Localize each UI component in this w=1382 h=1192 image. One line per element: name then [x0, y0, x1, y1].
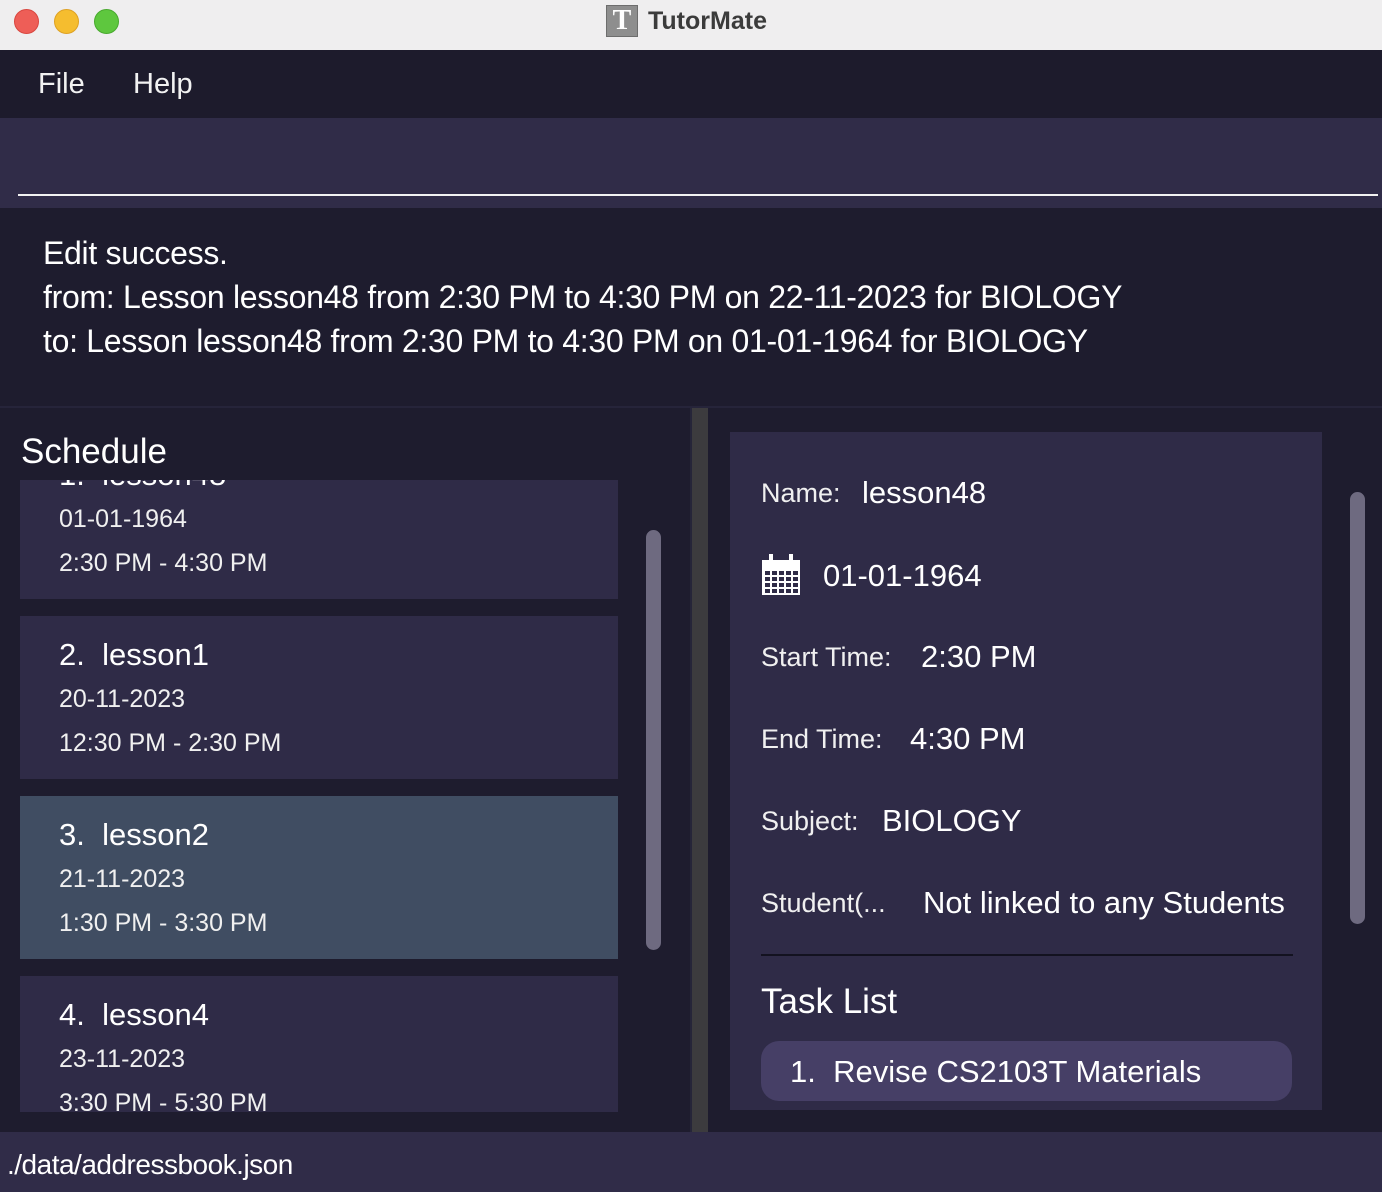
- detail-separator: [761, 954, 1293, 956]
- lesson-card-date: 21-11-2023: [59, 865, 186, 893]
- student-label: Student(...: [761, 888, 886, 918]
- lesson-card-title: 3. lesson2: [59, 817, 209, 852]
- start-time-label: Start Time:: [761, 642, 892, 672]
- end-time-value: 4:30 PM: [910, 721, 1026, 756]
- menu-bar: File Help: [0, 50, 1382, 118]
- window-titlebar: T TutorMate: [0, 0, 1382, 51]
- lesson-card-date: 20-11-2023: [59, 685, 186, 713]
- lesson-card-time: 12:30 PM - 2:30 PM: [59, 729, 282, 757]
- result-line-1: Edit success.: [43, 235, 228, 271]
- lesson-card-title: 1. lesson48: [59, 480, 226, 493]
- lesson-card-title: 2. lesson1: [59, 637, 209, 672]
- lesson-card[interactable]: 2. lesson1 20-11-2023 12:30 PM - 2:30 PM: [20, 616, 618, 779]
- name-value: lesson48: [862, 475, 987, 510]
- task-list-title: Task List: [761, 982, 898, 1021]
- command-box: [0, 118, 1382, 208]
- window-title: TutorMate: [648, 6, 767, 35]
- subject-label: Subject:: [761, 806, 859, 836]
- subject-value: BIOLOGY: [882, 803, 1022, 838]
- split-pane-divider[interactable]: [690, 408, 708, 1132]
- task-item-text: 1. Revise CS2103T Materials: [790, 1054, 1202, 1089]
- lesson-detail-card: Name: lesson48 01-01-1964 Start Time: 2:…: [730, 432, 1322, 1110]
- menu-help[interactable]: Help: [133, 68, 193, 101]
- lesson-card-date: 01-01-1964: [59, 505, 187, 533]
- name-label: Name:: [761, 478, 841, 508]
- close-window-button[interactable]: [14, 9, 39, 34]
- lesson-detail-panel: Name: lesson48 01-01-1964 Start Time: 2:…: [708, 408, 1382, 1132]
- start-time-value: 2:30 PM: [921, 639, 1037, 674]
- schedule-title: Schedule: [21, 432, 167, 471]
- date-value: 01-01-1964: [823, 558, 982, 593]
- save-file-path: ./data/addressbook.json: [7, 1149, 293, 1180]
- task-list-item[interactable]: 1. Revise CS2103T Materials: [761, 1041, 1292, 1101]
- status-bar: ./data/addressbook.json: [0, 1132, 1382, 1192]
- detail-scrollbar[interactable]: [1350, 492, 1365, 924]
- window-title-group: T TutorMate: [606, 5, 767, 37]
- schedule-panel: Schedule 1. lesson48 01-01-1964 2:30 PM …: [0, 408, 690, 1132]
- end-time-label: End Time:: [761, 724, 883, 754]
- app-icon: T: [606, 5, 638, 37]
- schedule-scrollbar[interactable]: [646, 530, 661, 950]
- command-input[interactable]: [18, 128, 1378, 196]
- zoom-window-button[interactable]: [94, 9, 119, 34]
- student-value: Not linked to any Students: [923, 885, 1285, 920]
- lesson-card[interactable]: 1. lesson48 01-01-1964 2:30 PM - 4:30 PM: [20, 480, 618, 599]
- lesson-card-time: 2:30 PM - 4:30 PM: [59, 549, 268, 577]
- result-display: Edit success. from: Lesson lesson48 from…: [0, 208, 1382, 408]
- lesson-card-title: 4. lesson4: [59, 997, 209, 1032]
- lesson-card-selected[interactable]: 3. lesson2 21-11-2023 1:30 PM - 3:30 PM: [20, 796, 618, 959]
- lesson-card[interactable]: 4. lesson4 23-11-2023 3:30 PM - 5:30 PM: [20, 976, 618, 1112]
- lesson-card-date: 23-11-2023: [59, 1045, 186, 1073]
- lesson-card-time: 3:30 PM - 5:30 PM: [59, 1089, 268, 1112]
- calendar-icon: [762, 554, 800, 595]
- menu-file[interactable]: File: [38, 68, 85, 101]
- lesson-card-time: 1:30 PM - 3:30 PM: [59, 909, 268, 937]
- result-line-2: from: Lesson lesson48 from 2:30 PM to 4:…: [43, 279, 1123, 315]
- minimize-window-button[interactable]: [54, 9, 79, 34]
- result-line-3: to: Lesson lesson48 from 2:30 PM to 4:30…: [43, 323, 1088, 359]
- schedule-list[interactable]: 1. lesson48 01-01-1964 2:30 PM - 4:30 PM…: [20, 480, 620, 1112]
